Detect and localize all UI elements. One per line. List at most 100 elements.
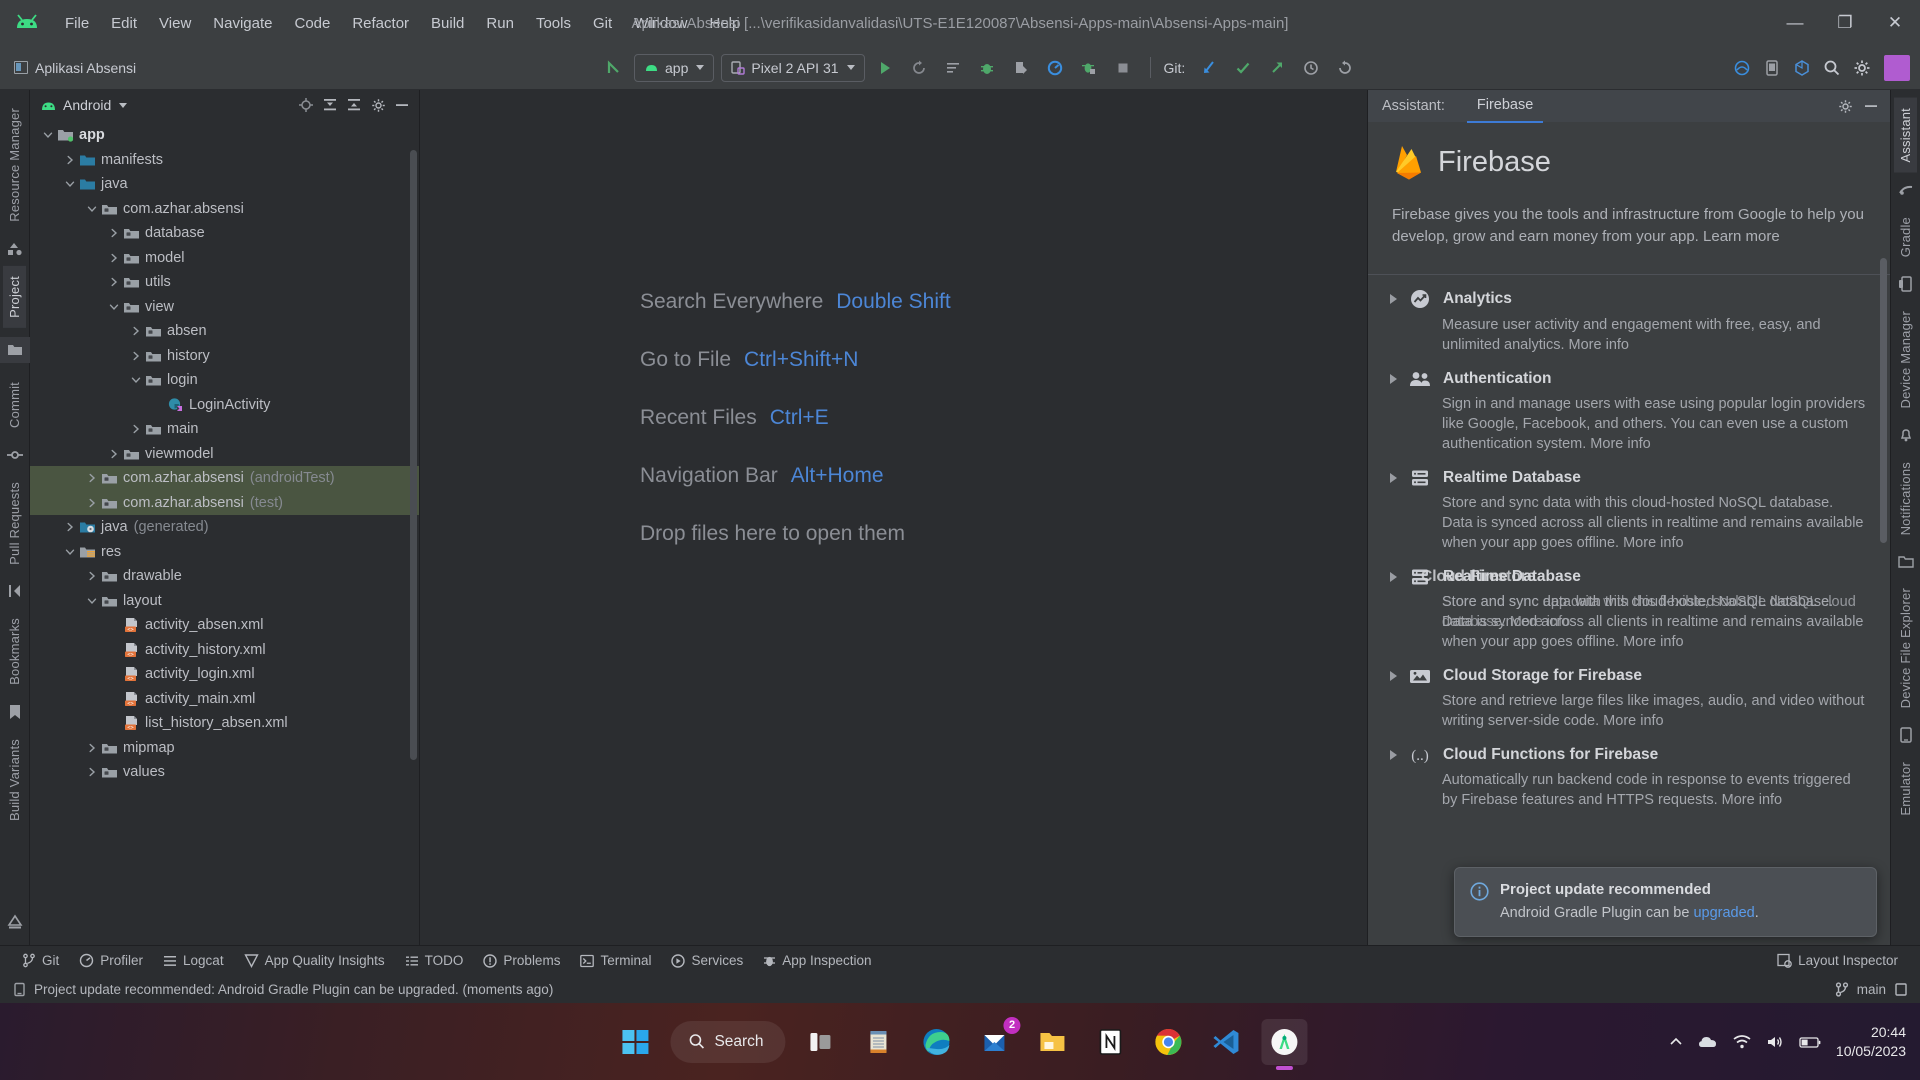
tree-expand-arrow-icon[interactable] — [84, 498, 100, 508]
tree-node[interactable]: values — [30, 760, 419, 785]
tree-node[interactable]: layout — [30, 589, 419, 614]
device-manager-icon[interactable] — [1728, 54, 1755, 81]
avd-manager-icon[interactable] — [1758, 54, 1785, 81]
tree-node[interactable]: res — [30, 540, 419, 565]
bottom-tab-todo[interactable]: TODO — [395, 949, 474, 972]
rerun-button[interactable] — [906, 54, 933, 81]
sidebar-item-project[interactable]: Project — [3, 265, 26, 328]
tree-expand-arrow-icon[interactable] — [84, 743, 100, 753]
edge-icon[interactable] — [914, 1019, 960, 1065]
stop-button[interactable] — [1110, 54, 1137, 81]
chrome-icon[interactable] — [1146, 1019, 1192, 1065]
tree-node[interactable]: app — [30, 123, 419, 148]
menu-view[interactable]: View — [148, 11, 202, 36]
tree-expand-arrow-icon[interactable] — [62, 547, 78, 557]
close-button[interactable]: ✕ — [1870, 0, 1920, 46]
profile-button[interactable] — [1042, 54, 1069, 81]
tree-node[interactable]: view — [30, 295, 419, 320]
tree-expand-arrow-icon[interactable] — [128, 424, 144, 434]
run-button[interactable] — [872, 54, 899, 81]
menu-code[interactable]: Code — [283, 11, 341, 36]
expand-all-icon[interactable] — [319, 94, 341, 116]
hide-panel-icon[interactable] — [391, 94, 413, 116]
device-manager-icon[interactable] — [1898, 276, 1914, 292]
tree-node[interactable]: <> activity_login.xml — [30, 662, 419, 687]
tree-node[interactable]: LoginActivity — [30, 393, 419, 418]
settings-gear-icon[interactable] — [367, 94, 389, 116]
chevron-down-icon[interactable] — [119, 102, 128, 108]
firebase-feature-item[interactable]: Realtime Database Cloud Firestore Store an… — [1368, 568, 1890, 652]
collapse-all-icon[interactable] — [343, 94, 365, 116]
expand-triangle-icon[interactable] — [1390, 294, 1397, 304]
tree-expand-arrow-icon[interactable] — [128, 351, 144, 361]
tree-expand-arrow-icon[interactable] — [128, 326, 144, 336]
commit-node-icon[interactable] — [6, 447, 23, 463]
tree-node[interactable]: <> activity_main.xml — [30, 687, 419, 712]
expand-triangle-icon[interactable] — [1390, 572, 1397, 582]
tree-node[interactable]: com.azhar.absensi (test) — [30, 490, 419, 515]
expand-triangle-icon[interactable] — [1390, 374, 1397, 384]
tree-expand-arrow-icon[interactable] — [62, 522, 78, 532]
make-project-icon[interactable] — [600, 54, 627, 81]
project-tree-scrollbar[interactable] — [410, 150, 417, 760]
tree-node[interactable]: com.azhar.absensi (androidTest) — [30, 466, 419, 491]
tree-node[interactable]: viewmodel — [30, 442, 419, 467]
sidebar-item-emulator[interactable]: Emulator — [1894, 752, 1917, 826]
history-icon[interactable] — [1297, 54, 1324, 81]
tree-expand-arrow-icon[interactable] — [84, 767, 100, 777]
bottom-tab-app-inspection[interactable]: App Inspection — [753, 949, 881, 972]
status-message[interactable]: Project update recommended: Android Grad… — [34, 982, 553, 997]
tree-node[interactable]: java (generated) — [30, 515, 419, 540]
tree-node[interactable]: main — [30, 417, 419, 442]
build-icon[interactable] — [7, 914, 23, 930]
bottom-tab-git[interactable]: Git — [12, 949, 69, 972]
assistant-scrollbar[interactable] — [1880, 258, 1887, 543]
chevron-up-icon[interactable] — [1669, 1035, 1683, 1049]
bottom-tab-services[interactable]: Services — [661, 949, 753, 972]
firebase-feature-item[interactable]: Realtime Database Store and sync data wit… — [1368, 469, 1890, 553]
memory-icon[interactable] — [1894, 982, 1908, 997]
menu-tools[interactable]: Tools — [525, 11, 582, 36]
tree-expand-arrow-icon[interactable] — [106, 302, 122, 312]
tree-node[interactable]: com.azhar.absensi — [30, 197, 419, 222]
sidebar-item-commit[interactable]: Commit — [3, 372, 26, 438]
vscode-icon[interactable] — [1204, 1019, 1250, 1065]
tree-node[interactable]: java — [30, 172, 419, 197]
tree-expand-arrow-icon[interactable] — [40, 130, 56, 140]
tree-node[interactable]: mipmap — [30, 736, 419, 761]
gradle-icon[interactable] — [1898, 182, 1914, 198]
project-chip[interactable]: Aplikasi Absensi — [10, 60, 136, 76]
tree-node[interactable]: login — [30, 368, 419, 393]
calendar-icon[interactable] — [856, 1019, 902, 1065]
bottom-tab-app-quality-insights[interactable]: App Quality Insights — [234, 949, 395, 972]
firebase-feature-item[interactable]: Cloud Storage for Firebase Store and retr… — [1368, 667, 1890, 731]
debug-button[interactable] — [974, 54, 1001, 81]
taskbar-search-button[interactable]: Search — [670, 1020, 786, 1063]
tree-expand-arrow-icon[interactable] — [106, 253, 122, 263]
menu-help[interactable]: Help — [699, 11, 752, 36]
expand-triangle-icon[interactable] — [1390, 750, 1397, 760]
search-icon[interactable] — [1818, 54, 1845, 81]
menu-run[interactable]: Run — [475, 11, 525, 36]
file-explorer-icon[interactable] — [1030, 1019, 1076, 1065]
sdk-manager-icon[interactable] — [1788, 54, 1815, 81]
taskbar-clock[interactable]: 20:44 10/05/2023 — [1836, 1023, 1906, 1061]
firebase-feature-item[interactable]: Authentication Sign in and manage users w… — [1368, 370, 1890, 454]
tree-expand-arrow-icon[interactable] — [106, 277, 122, 287]
tree-expand-arrow-icon[interactable] — [84, 571, 100, 581]
menu-git[interactable]: Git — [582, 11, 623, 36]
settings-gear-icon[interactable] — [1848, 54, 1875, 81]
sidebar-item-device-file-explorer[interactable]: Device File Explorer — [1894, 578, 1917, 718]
windows-start-icon[interactable] — [612, 1019, 658, 1065]
tree-expand-arrow-icon[interactable] — [128, 375, 144, 385]
tree-expand-arrow-icon[interactable] — [106, 449, 122, 459]
wifi-icon[interactable] — [1733, 1034, 1751, 1050]
tree-node[interactable]: absen — [30, 319, 419, 344]
hide-panel-icon[interactable] — [1860, 95, 1882, 117]
sidebar-item-gradle[interactable]: Gradle — [1894, 207, 1917, 267]
git-branch-label[interactable]: main — [1857, 982, 1886, 997]
tree-node[interactable]: model — [30, 246, 419, 271]
sidebar-item-device-manager[interactable]: Device Manager — [1894, 301, 1917, 418]
structure-icon[interactable] — [7, 241, 23, 257]
sidebar-item-assistant[interactable]: Assistant — [1894, 98, 1917, 173]
